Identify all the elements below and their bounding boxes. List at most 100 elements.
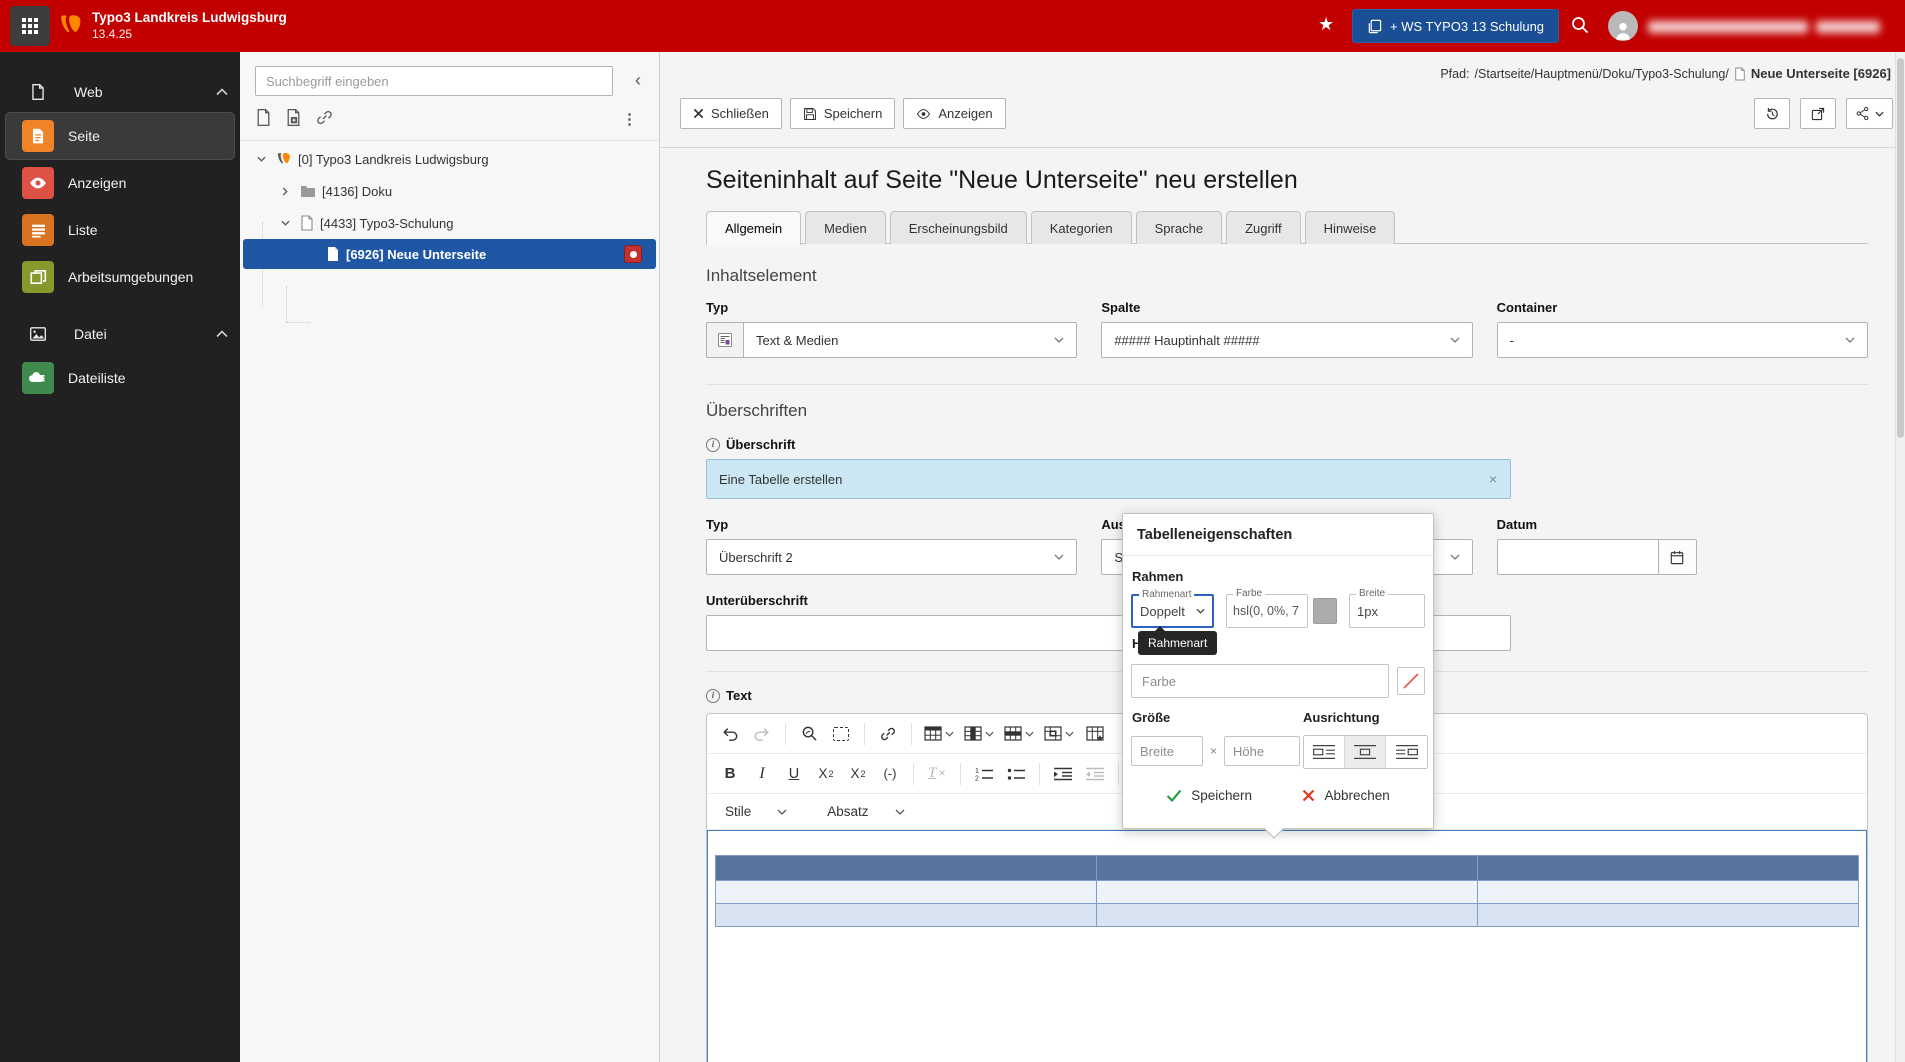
calendar-button[interactable] xyxy=(1658,539,1697,575)
link-icon[interactable] xyxy=(315,108,334,127)
svg-text:1: 1 xyxy=(975,768,979,775)
collapse-tree-icon[interactable]: ‹ xyxy=(635,70,641,90)
typ2-label: Typ xyxy=(706,517,729,532)
tab-erscheinungsbild[interactable]: Erscheinungsbild xyxy=(889,211,1027,244)
table-row[interactable] xyxy=(715,903,1859,927)
module-menu-button[interactable] xyxy=(10,6,50,46)
numbered-list-icon[interactable]: 12 xyxy=(969,759,999,789)
bulleted-list-icon[interactable] xyxy=(1001,759,1031,789)
chevron-down-icon[interactable] xyxy=(254,156,268,162)
spalte-select[interactable]: ##### Hauptinhalt ##### xyxy=(1101,322,1473,358)
sidebar-item-anzeigen[interactable]: Anzeigen xyxy=(6,160,234,206)
info-icon[interactable]: i xyxy=(706,688,720,703)
vertical-scrollbar[interactable] xyxy=(1895,52,1905,1062)
ueberschrift-input[interactable] xyxy=(706,459,1511,499)
typ-select[interactable]: Text & Medien xyxy=(743,322,1078,358)
soft-hyphen-icon[interactable]: (-) xyxy=(875,759,905,789)
tree-search-input[interactable] xyxy=(255,66,613,96)
scrollbar-thumb[interactable] xyxy=(1897,58,1904,438)
redo-icon[interactable] xyxy=(747,719,777,749)
styles-dropdown[interactable]: Stile xyxy=(715,797,797,827)
new-page-icon[interactable] xyxy=(255,108,272,127)
remove-format-icon[interactable]: T ✕ xyxy=(922,759,952,789)
popup-save-button[interactable]: Speichern xyxy=(1166,788,1252,803)
border-width-field[interactable]: Breite 1px xyxy=(1349,588,1425,628)
view-button[interactable]: Anzeigen xyxy=(903,98,1006,129)
favorites-star-icon[interactable]: ★ xyxy=(1318,14,1334,35)
tab-kategorien[interactable]: Kategorien xyxy=(1030,211,1132,244)
insert-table-icon[interactable] xyxy=(920,719,958,749)
align-table-center-icon[interactable] xyxy=(1345,736,1386,768)
align-table-right-icon[interactable] xyxy=(1386,736,1427,768)
underline-icon[interactable]: U xyxy=(779,759,809,789)
share-button[interactable] xyxy=(1846,98,1893,129)
clear-input-icon[interactable]: × xyxy=(1489,471,1497,487)
container-select[interactable]: - xyxy=(1496,322,1868,358)
sidebar-section-datei[interactable]: Datei xyxy=(0,314,240,354)
border-style-select[interactable]: Rahmenart Doppelt xyxy=(1131,589,1214,628)
tab-allgemein[interactable]: Allgemein xyxy=(706,211,802,245)
align-table-left-icon[interactable] xyxy=(1304,736,1345,768)
select-all-icon[interactable] xyxy=(826,719,856,749)
tree-item-doku[interactable]: [4136] Doku xyxy=(240,175,659,207)
sidebar-item-liste[interactable]: Liste xyxy=(6,207,234,253)
tree-item-typo3-schulung[interactable]: [4433] Typo3-Schulung xyxy=(240,207,659,239)
breadcrumb-path: /Startseite/Hauptmenü/Doku/Typo3-Schulun… xyxy=(1474,66,1729,81)
tree-item-neue-unterseite[interactable]: [6926] Neue Unterseite xyxy=(243,239,656,269)
undo-icon[interactable] xyxy=(715,719,745,749)
tree-menu-kebab-icon[interactable]: ⋮ xyxy=(622,110,637,128)
workspace-button[interactable]: + WS TYPO3 13 Schulung xyxy=(1352,9,1560,43)
tab-medien[interactable]: Medien xyxy=(805,211,886,244)
close-button[interactable]: Schließen xyxy=(680,98,782,129)
bold-icon[interactable]: B xyxy=(715,759,745,789)
width-input[interactable] xyxy=(1131,736,1203,766)
tab-sprache[interactable]: Sprache xyxy=(1135,211,1223,244)
merge-cells-icon[interactable] xyxy=(1040,719,1078,749)
paragraph-format-dropdown[interactable]: Absatz xyxy=(817,797,914,827)
user-name-redacted[interactable] xyxy=(1648,21,1808,33)
chevron-right-icon[interactable] xyxy=(278,186,292,196)
color-none-swatch[interactable] xyxy=(1397,667,1425,695)
tab-zugriff[interactable]: Zugriff xyxy=(1226,211,1301,244)
find-replace-icon[interactable] xyxy=(794,719,824,749)
indent-icon[interactable] xyxy=(1048,759,1078,789)
info-icon[interactable]: i xyxy=(706,437,720,452)
background-color-input[interactable] xyxy=(1131,664,1389,698)
typo3-logo-icon[interactable] xyxy=(58,12,84,38)
history-button[interactable] xyxy=(1754,98,1790,129)
sidebar-section-web[interactable]: Web xyxy=(0,72,240,112)
tree-item-root[interactable]: [0] Typo3 Landkreis Ludwigsburg xyxy=(240,143,659,175)
subscript-icon[interactable]: X2 xyxy=(811,759,841,789)
site-title: Typo3 Landkreis Ludwigsburg 13.4.25 xyxy=(92,9,287,43)
chevron-down-icon[interactable] xyxy=(278,220,292,226)
sidebar-item-dateiliste[interactable]: Dateiliste xyxy=(6,355,234,401)
border-color-swatch[interactable] xyxy=(1313,598,1337,624)
sidebar-item-arbeitsumgebungen[interactable]: Arbeitsumgebungen xyxy=(6,254,234,300)
sidebar-item-seite[interactable]: Seite xyxy=(6,113,234,159)
popup-cancel-button[interactable]: Abbrechen xyxy=(1302,788,1390,803)
border-color-label: Farbe xyxy=(1233,588,1266,600)
tab-hinweise[interactable]: Hinweise xyxy=(1304,211,1396,244)
table-properties-icon[interactable] xyxy=(1080,719,1110,749)
superscript-icon[interactable]: X2 xyxy=(843,759,873,789)
italic-icon[interactable]: I xyxy=(747,759,777,789)
new-page-drag-icon[interactable] xyxy=(285,108,302,127)
search-icon[interactable] xyxy=(1570,15,1590,35)
table-column-icon[interactable] xyxy=(960,719,998,749)
height-input[interactable] xyxy=(1224,736,1301,766)
workspace-icon xyxy=(1368,19,1382,33)
outdent-icon[interactable] xyxy=(1080,759,1110,789)
content-table[interactable] xyxy=(715,855,1859,927)
rte-editing-area[interactable] xyxy=(707,830,1867,1062)
table-row-icon[interactable] xyxy=(1000,719,1038,749)
table-header-row[interactable] xyxy=(715,855,1859,881)
datum-input[interactable] xyxy=(1496,539,1659,575)
table-row[interactable] xyxy=(715,880,1859,904)
insert-link-icon[interactable] xyxy=(873,719,903,749)
user-avatar[interactable] xyxy=(1608,11,1638,41)
popup-footer: Speichern Abbrechen xyxy=(1123,788,1433,803)
save-button[interactable]: Speichern xyxy=(789,98,896,129)
record-open-indicator-icon[interactable] xyxy=(624,245,642,263)
open-in-new-window-button[interactable] xyxy=(1800,98,1836,129)
ueberschrift-typ-select[interactable]: Überschrift 2 xyxy=(706,539,1078,575)
